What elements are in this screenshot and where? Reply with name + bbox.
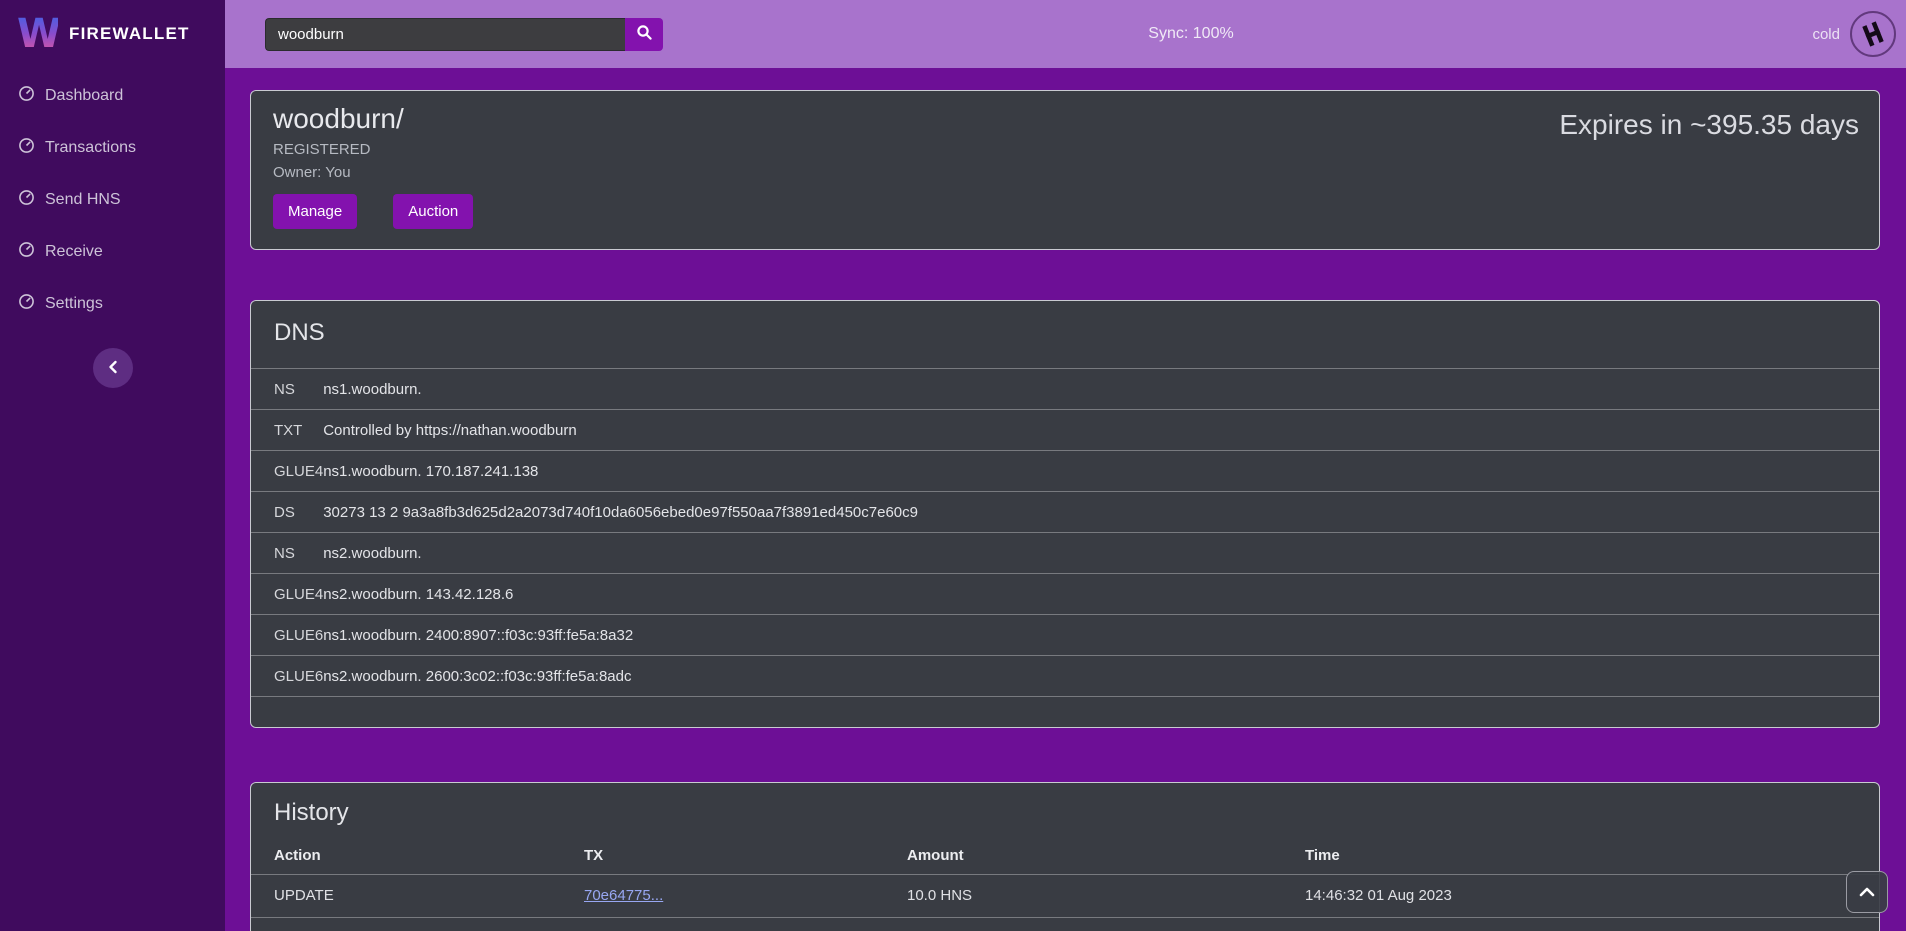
handshake-hns-logo-icon xyxy=(1850,11,1896,57)
domain-actions: Manage Auction xyxy=(273,194,473,229)
sidebar-item-label: Send HNS xyxy=(45,191,121,209)
dns-record-value: ns1.woodburn. 170.187.241.138 xyxy=(323,451,1879,492)
firewallet-logo-icon: W xyxy=(18,10,58,59)
history-row: RENEW d7e64f5... 10.0 HNS 15:47:06 07 Ju… xyxy=(251,917,1879,931)
dns-record-type: DS xyxy=(251,492,323,533)
dns-card: DNS NS ns1.woodburn. TXT Controlle xyxy=(250,300,1880,728)
dns-record-value: ns2.woodburn. 143.42.128.6 xyxy=(323,574,1879,615)
dns-record-row: TXT Controlled by https://nathan.woodbur… xyxy=(251,410,1879,451)
history-col-tx: TX xyxy=(561,837,884,874)
sidebar-nav-item[interactable]: Dashboard xyxy=(0,70,225,122)
dns-record-value: ns1.woodburn. 2400:8907::f03c:93ff:fe5a:… xyxy=(323,615,1879,656)
dns-records-table: NS ns1.woodburn. TXT Controlled by https… xyxy=(251,368,1879,697)
svg-text:W: W xyxy=(18,11,58,54)
brand-header: W FIREWALLET xyxy=(0,0,225,68)
sidebar-item-icon xyxy=(18,137,35,159)
dns-record-value: 30273 13 2 9a3a8fb3d625d2a2073d740f10da6… xyxy=(323,492,1879,533)
sidebar-item-label: Receive xyxy=(45,243,103,261)
history-col-action: Action xyxy=(251,837,561,874)
sidebar-nav: Dashboard Transactions xyxy=(0,68,225,330)
dns-record-type: NS xyxy=(251,533,323,574)
history-section-title: History xyxy=(251,799,1879,827)
history-header-row: Action TX Amount Time xyxy=(251,837,1879,874)
sync-status: Sync: 100% xyxy=(1148,25,1233,43)
dns-record-row: GLUE6 ns1.woodburn. 2400:8907::f03c:93ff… xyxy=(251,615,1879,656)
sidebar-item-icon xyxy=(18,293,35,315)
wallet-name: cold xyxy=(1812,26,1840,43)
domain-name-title: woodburn/ xyxy=(273,101,473,137)
auction-button[interactable]: Auction xyxy=(393,194,473,229)
dns-record-value: Controlled by https://nathan.woodburn xyxy=(323,410,1879,451)
dns-record-value: ns1.woodburn. xyxy=(323,369,1879,410)
sidebar-item-icon xyxy=(18,241,35,263)
main-content: woodburn/ REGISTERED Owner: You Manage A… xyxy=(225,68,1906,931)
chevron-left-icon xyxy=(107,360,119,377)
app-window: W FIREWALLET Dashboard xyxy=(0,0,1906,931)
magnifier-icon xyxy=(636,24,653,44)
history-amount: 10.0 HNS xyxy=(884,917,1282,931)
history-action: RENEW xyxy=(251,917,561,931)
content-column: Sync: 100% cold w xyxy=(225,0,1906,931)
history-amount: 10.0 HNS xyxy=(884,874,1282,917)
history-col-time: Time xyxy=(1282,837,1879,874)
dns-record-row: DS 30273 13 2 9a3a8fb3d625d2a2073d740f10… xyxy=(251,492,1879,533)
domain-info: woodburn/ REGISTERED Owner: You Manage A… xyxy=(273,101,473,249)
sidebar: W FIREWALLET Dashboard xyxy=(0,0,225,931)
chevron-up-icon xyxy=(1859,885,1875,900)
sidebar-nav-item[interactable]: Send HNS xyxy=(0,174,225,226)
dns-record-type: GLUE4 xyxy=(251,451,323,492)
sidebar-nav-item[interactable]: Transactions xyxy=(0,122,225,174)
sidebar-nav-item[interactable]: Settings xyxy=(0,278,225,330)
sidebar-nav-item[interactable]: Receive xyxy=(0,226,225,278)
sidebar-item-label: Transactions xyxy=(45,139,136,157)
sidebar-item-icon xyxy=(18,189,35,211)
scroll-to-top-button[interactable] xyxy=(1846,871,1888,913)
search-bar xyxy=(265,18,663,51)
dns-section-title: DNS xyxy=(251,319,1879,347)
dns-record-row: GLUE6 ns2.woodburn. 2600:3c02::f03c:93ff… xyxy=(251,656,1879,697)
history-table: Action TX Amount Time UPDATE 70e64775... xyxy=(251,837,1879,931)
history-action: UPDATE xyxy=(251,874,561,917)
dns-record-type: GLUE4 xyxy=(251,574,323,615)
brand-name: FIREWALLET xyxy=(69,24,190,44)
dns-record-type: TXT xyxy=(251,410,323,451)
domain-expiry-label: Expires in ~395.35 days xyxy=(1559,109,1859,249)
history-time: 14:46:32 01 Aug 2023 xyxy=(1282,874,1879,917)
dns-record-row: GLUE4 ns2.woodburn. 143.42.128.6 xyxy=(251,574,1879,615)
domain-owner-label: Owner: You xyxy=(273,164,473,181)
sidebar-collapse-button[interactable] xyxy=(93,348,133,388)
domain-summary-card: woodburn/ REGISTERED Owner: You Manage A… xyxy=(250,90,1880,250)
dns-record-row: NS ns1.woodburn. xyxy=(251,369,1879,410)
search-button[interactable] xyxy=(625,18,663,51)
history-row: UPDATE 70e64775... 10.0 HNS 14:46:32 01 … xyxy=(251,874,1879,917)
dns-record-value: ns2.woodburn. xyxy=(323,533,1879,574)
dns-record-type: GLUE6 xyxy=(251,615,323,656)
sidebar-item-icon xyxy=(18,85,35,107)
history-card: History Action TX Amount Time xyxy=(250,782,1880,931)
search-input[interactable] xyxy=(265,18,625,51)
wallet-indicator[interactable]: cold xyxy=(1812,11,1896,57)
dns-record-row: GLUE4 ns1.woodburn. 170.187.241.138 xyxy=(251,451,1879,492)
dns-record-type: GLUE6 xyxy=(251,656,323,697)
tx-hash-link[interactable]: 70e64775... xyxy=(584,887,663,904)
domain-status-badge: REGISTERED xyxy=(273,141,473,158)
topbar: Sync: 100% cold xyxy=(225,0,1906,68)
manage-button[interactable]: Manage xyxy=(273,194,357,229)
sidebar-item-label: Dashboard xyxy=(45,87,123,105)
sidebar-item-label: Settings xyxy=(45,295,103,313)
dns-record-type: NS xyxy=(251,369,323,410)
history-col-amount: Amount xyxy=(884,837,1282,874)
dns-record-row: NS ns2.woodburn. xyxy=(251,533,1879,574)
dns-record-value: ns2.woodburn. 2600:3c02::f03c:93ff:fe5a:… xyxy=(323,656,1879,697)
history-time: 15:47:06 07 Jul 2022 xyxy=(1282,917,1879,931)
